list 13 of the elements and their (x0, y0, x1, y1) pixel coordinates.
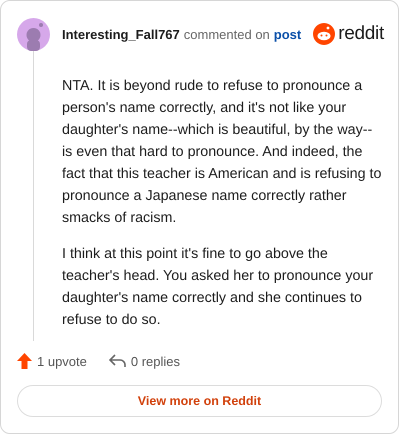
reply-arrow-icon[interactable] (108, 354, 126, 368)
view-more-button[interactable]: View more on Reddit (17, 385, 382, 417)
action-text: commented on (184, 26, 270, 42)
brand-name: reddit (338, 23, 384, 45)
comment-paragraph: I think at this point it's fine to go above the teacher's head. You asked her to pronounce your daughter's name correctly and she continues to refuse to do so. (62, 245, 374, 330)
comment-paragraph: NTA. It is beyond rude to refuse to pronounce a person's name correctly, and it's not like your daughter's name--which is beautiful, by the way--is even that hard to pronounce. And indeed, the fact that this teacher is American and is refusing to pronounce a Japanese name correctly rather smacks of racism. (62, 77, 382, 228)
author-name[interactable]: Interesting_Fall767 (62, 26, 180, 42)
alien-logo-icon (313, 23, 336, 45)
post-link[interactable]: post (274, 26, 302, 42)
upvote-arrow-icon[interactable] (17, 353, 32, 369)
upvote-count: 1 upvote (37, 354, 87, 368)
reply-count: 0 replies (130, 354, 180, 368)
avatar-icon (17, 18, 50, 50)
